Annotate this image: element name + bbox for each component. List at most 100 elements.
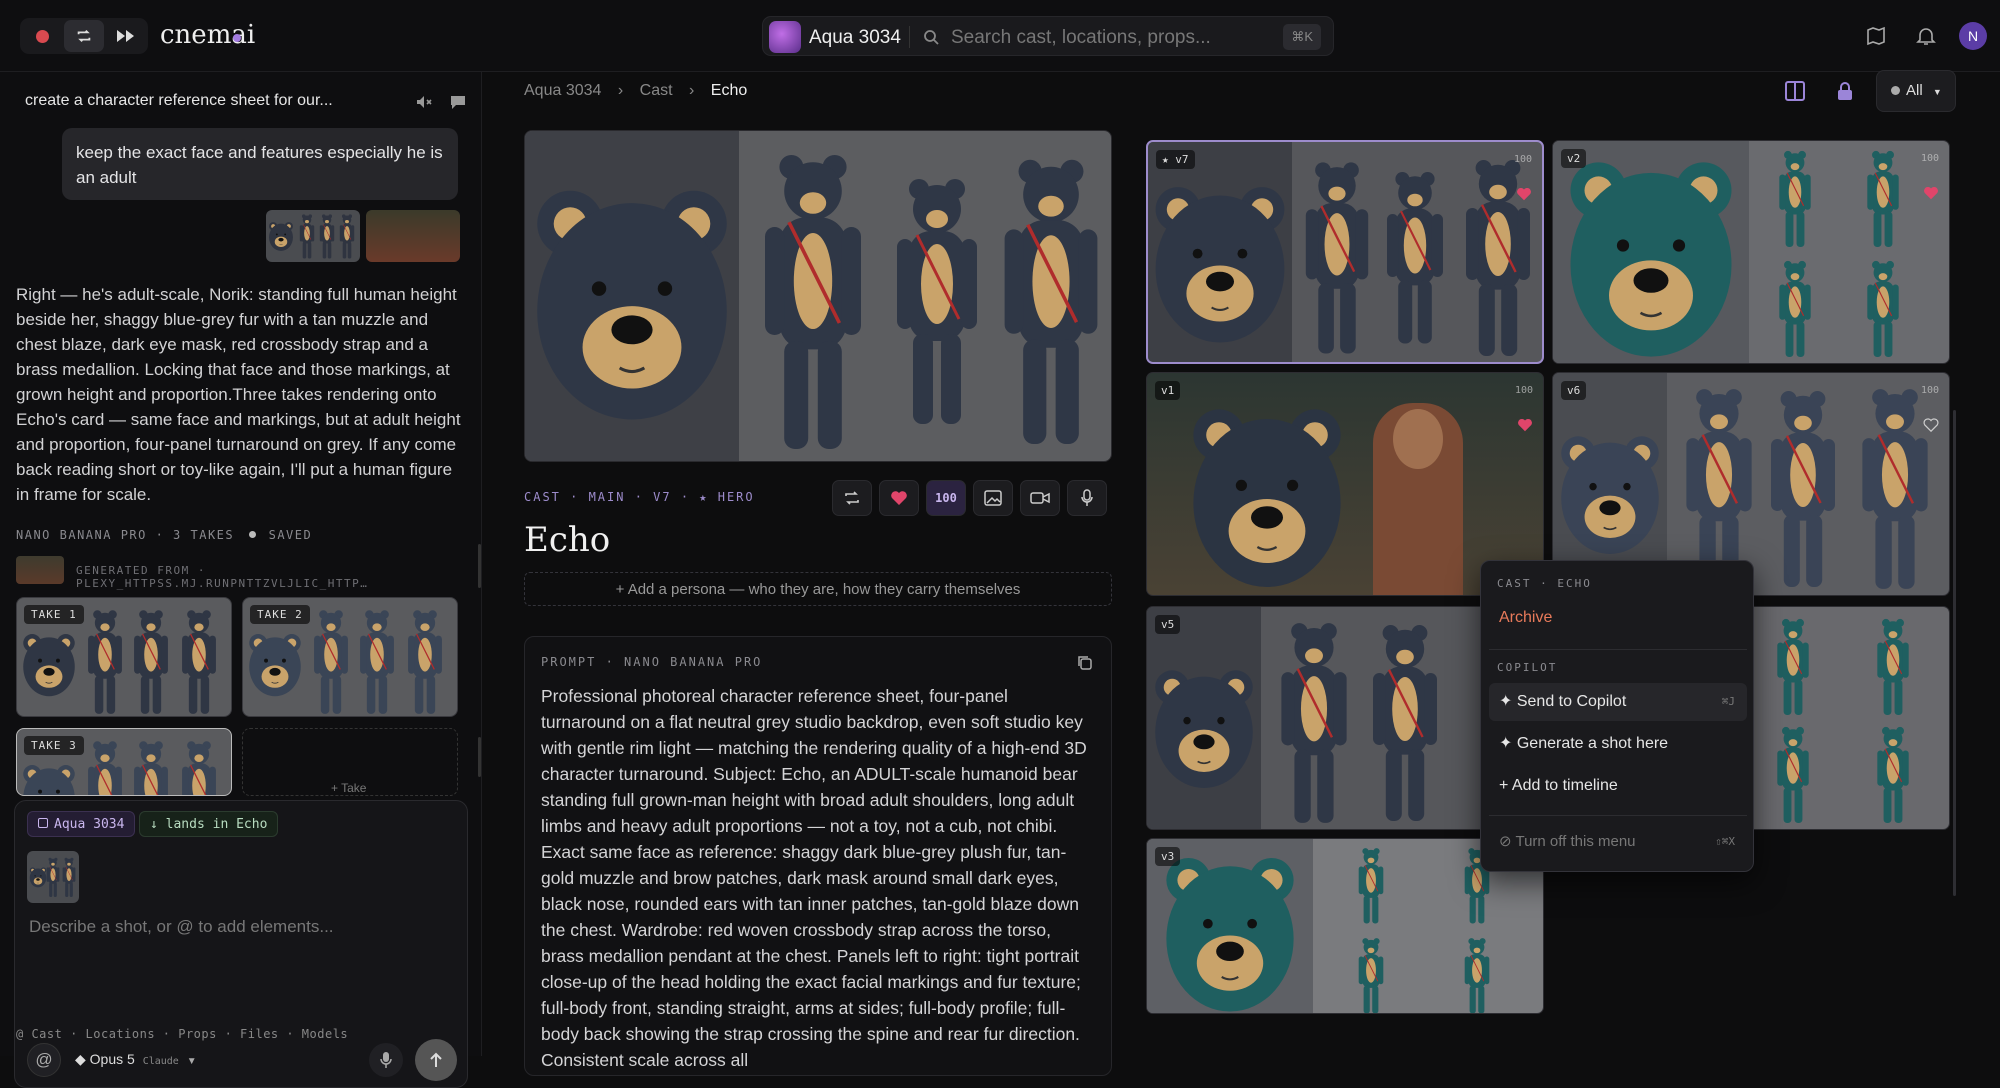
- breadcrumb-project[interactable]: Aqua 3034: [524, 82, 601, 99]
- chevron-right-icon: ›: [617, 82, 624, 99]
- bear-front-image: [1298, 150, 1376, 362]
- record-button[interactable]: [22, 20, 62, 52]
- take-card[interactable]: TAKE 3: [16, 728, 232, 796]
- grid-scrollbar[interactable]: [1953, 410, 1956, 896]
- generate-shot-menu-item[interactable]: ✦ Generate a shot here: [1489, 725, 1747, 763]
- chat-icon[interactable]: [448, 92, 468, 112]
- source-thumb[interactable]: [16, 556, 64, 584]
- send-to-copilot-menu-item[interactable]: ✦ Send to Copilot ⌘J: [1489, 683, 1747, 721]
- version-card[interactable]: v2 100: [1552, 140, 1950, 364]
- takes-scrollbar[interactable]: [478, 737, 481, 777]
- bear-head-image: [1187, 393, 1347, 596]
- bear-front-image: [83, 606, 127, 716]
- project-chip-label: Aqua 3034: [54, 817, 125, 832]
- heart-outline-icon[interactable]: [1923, 417, 1939, 433]
- bear-side-image: [129, 606, 173, 716]
- app-logo[interactable]: cnemai: [160, 20, 255, 50]
- model-vendor: Claude: [142, 1056, 179, 1067]
- mic-button[interactable]: [369, 1043, 403, 1077]
- arrow-down-icon: ↓: [150, 817, 166, 832]
- turn-off-menu-item[interactable]: ⊘ Turn off this menu ⇧⌘X: [1489, 823, 1747, 861]
- attachment-thumb-2[interactable]: [366, 210, 460, 262]
- project-name[interactable]: Aqua 3034: [809, 27, 901, 49]
- search-input[interactable]: Search cast, locations, props...: [951, 27, 1211, 49]
- turn-off-shortcut: ⇧⌘X: [1715, 835, 1735, 848]
- attachment-thumb-1[interactable]: [266, 210, 360, 262]
- version-label: v1: [1155, 381, 1181, 400]
- split-view-icon[interactable]: [1784, 80, 1806, 102]
- menu-divider: [1489, 649, 1747, 650]
- lock-icon[interactable]: [1834, 80, 1856, 102]
- footer-links[interactable]: @ Cast · Locations · Props · Files · Mod…: [16, 1027, 348, 1041]
- bear-front-image: [753, 139, 873, 459]
- model-selector[interactable]: ◆ Opus 5 Claude ▼: [75, 1051, 197, 1068]
- bear-back-image: [177, 737, 221, 796]
- project-chip[interactable]: Aqua 3034: [27, 811, 136, 837]
- model-name: Opus 5: [89, 1051, 135, 1067]
- chat-title[interactable]: create a character reference sheet for o…: [25, 92, 333, 110]
- prompt-label: PROMPT · NANO BANANA PRO: [541, 655, 763, 669]
- chat-scrollbar[interactable]: [478, 544, 481, 588]
- menu-section-copilot: COPILOT: [1497, 661, 1558, 674]
- project-search-bar[interactable]: Aqua 3034 Search cast, locations, props.…: [762, 16, 1334, 56]
- logo-dot: [233, 34, 241, 42]
- archive-menu-item[interactable]: Archive: [1489, 599, 1747, 637]
- attached-element-thumb[interactable]: [27, 851, 79, 903]
- destination-chip[interactable]: ↓ lands in Echo: [139, 811, 279, 837]
- breadcrumb-section[interactable]: Cast: [640, 82, 673, 99]
- add-take-button[interactable]: + Take: [242, 728, 458, 796]
- teal-bear-image: [1341, 845, 1401, 925]
- arrow-up-icon: [430, 1052, 442, 1067]
- bear-head-image: [21, 614, 77, 714]
- version-label: v2: [1561, 149, 1587, 168]
- teal-bear-head-image: [1155, 849, 1305, 1014]
- heart-icon[interactable]: [1516, 186, 1532, 202]
- loop-button[interactable]: [64, 20, 104, 52]
- bell-icon[interactable]: [1914, 24, 1938, 48]
- teal-bear-image: [1853, 147, 1913, 249]
- fast-forward-button[interactable]: [106, 20, 146, 52]
- score-badge[interactable]: 100: [926, 480, 966, 516]
- take-label: TAKE 1: [24, 605, 84, 624]
- teal-bear-image: [1853, 723, 1933, 825]
- user-message: keep the exact face and features especia…: [62, 128, 458, 200]
- favorite-button[interactable]: [879, 480, 919, 516]
- bear-front-image: [309, 606, 353, 716]
- menu-divider: [1489, 815, 1747, 816]
- mention-button[interactable]: @: [27, 1043, 61, 1077]
- add-persona-button[interactable]: + Add a persona — who they are, how they…: [524, 572, 1112, 606]
- bear-head-image: [529, 151, 735, 451]
- take-card[interactable]: TAKE 2: [242, 597, 458, 717]
- version-score: 100: [1920, 385, 1939, 396]
- send-button[interactable]: [415, 1039, 457, 1081]
- add-to-timeline-menu-item[interactable]: + Add to timeline: [1489, 767, 1747, 805]
- video-button[interactable]: [1020, 480, 1060, 516]
- image-button[interactable]: [973, 480, 1013, 516]
- avatar[interactable]: N: [1959, 22, 1987, 50]
- playback-controls: [20, 18, 148, 54]
- copy-icon[interactable]: [1077, 655, 1093, 671]
- bear-thumb: [298, 212, 316, 260]
- take-label: TAKE 2: [250, 605, 310, 624]
- chevron-right-icon: ›: [689, 82, 695, 99]
- composer: Aqua 3034 ↓ lands in Echo Describe a sho…: [14, 800, 468, 1088]
- prompt-input[interactable]: Describe a shot, or @ to add elements...: [29, 917, 334, 937]
- mute-icon[interactable]: [414, 92, 434, 112]
- board-icon[interactable]: [1864, 24, 1888, 48]
- generation-status: NANO BANANA PRO · 3 TAKES SAVED: [16, 528, 312, 542]
- teal-bear-image: [1853, 257, 1913, 359]
- hero-image[interactable]: [524, 130, 1112, 462]
- filter-dropdown[interactable]: All ▼: [1876, 70, 1956, 112]
- video-icon: [1030, 492, 1050, 504]
- saved-label: SAVED: [268, 528, 313, 542]
- bear-thumb: [318, 212, 336, 260]
- saved-dot: [248, 531, 256, 538]
- heart-icon[interactable]: [1923, 185, 1939, 201]
- heart-icon[interactable]: [1517, 417, 1533, 433]
- version-card[interactable]: ★ v7 100: [1146, 140, 1544, 364]
- teal-bear-image: [1765, 147, 1825, 249]
- regenerate-button[interactable]: [832, 480, 872, 516]
- assistant-message: Right — he's adult-scale, Norik: standin…: [16, 285, 461, 504]
- take-card[interactable]: TAKE 1: [16, 597, 232, 717]
- voice-button[interactable]: [1067, 480, 1107, 516]
